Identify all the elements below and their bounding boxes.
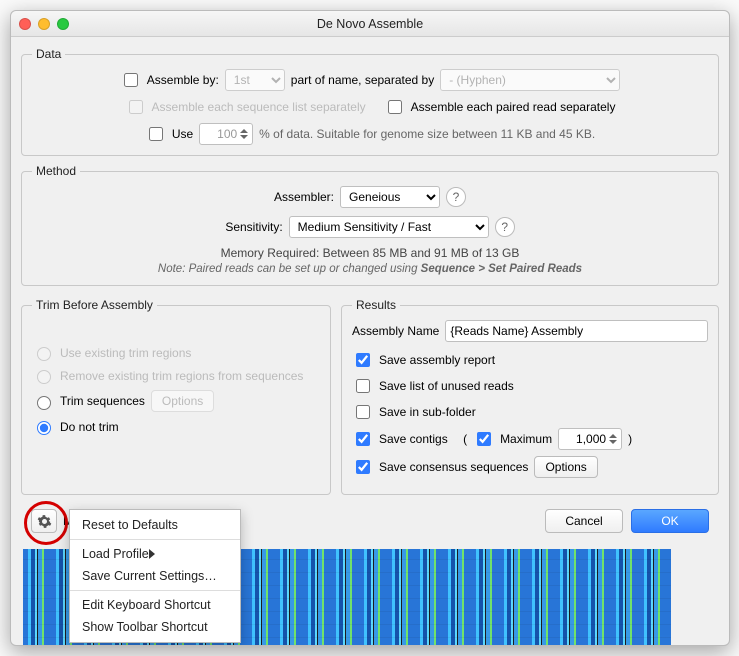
trim-sequences-label: Trim sequences — [60, 394, 145, 408]
save-unused-label: Save list of unused reads — [379, 379, 514, 393]
zoom-icon[interactable] — [57, 18, 69, 30]
maximum-checkbox[interactable] — [477, 432, 491, 446]
save-subfolder-label: Save in sub-folder — [379, 405, 476, 419]
save-subfolder-checkbox[interactable] — [356, 405, 370, 419]
trim-remove-label: Remove existing trim regions from sequen… — [60, 369, 303, 383]
assemble-by-suffix: part of name, separated by — [291, 73, 434, 87]
minimize-icon[interactable] — [38, 18, 50, 30]
assembler-select[interactable]: Geneious — [340, 186, 440, 208]
chevron-right-icon — [149, 549, 228, 559]
save-unused-checkbox[interactable] — [356, 379, 370, 393]
gear-menu: Reset to Defaults Load Profile Save Curr… — [69, 509, 241, 643]
cancel-button[interactable]: Cancel — [545, 509, 623, 533]
window-title: De Novo Assemble — [11, 17, 729, 31]
assemble-each-paired-label: Assemble each paired read separately — [411, 100, 616, 114]
trim-remove-radio — [37, 370, 51, 384]
assembler-label: Assembler: — [274, 190, 334, 204]
assembler-help-icon[interactable]: ? — [446, 187, 466, 207]
assemble-by-checkbox[interactable] — [124, 73, 138, 87]
do-not-trim-radio[interactable] — [37, 421, 51, 435]
save-consensus-checkbox[interactable] — [356, 460, 370, 474]
save-contigs-checkbox[interactable] — [356, 432, 370, 446]
separator-select[interactable]: - (Hyphen) — [440, 69, 620, 91]
memory-required-text: Memory Required: Between 85 MB and 91 MB… — [32, 246, 708, 260]
menu-reset-defaults[interactable]: Reset to Defaults — [70, 514, 240, 536]
assemble-each-paired-checkbox[interactable] — [388, 100, 402, 114]
data-section: Data Assemble by: 1st part of name, sepa… — [21, 47, 719, 156]
gear-icon — [37, 514, 52, 529]
method-legend: Method — [32, 164, 80, 178]
use-suffix: % of data. Suitable for genome size betw… — [259, 127, 595, 141]
sensitivity-select[interactable]: Medium Sensitivity / Fast — [289, 216, 489, 238]
use-checkbox[interactable] — [149, 127, 163, 141]
menu-save-settings[interactable]: Save Current Settings… — [70, 565, 240, 587]
close-icon[interactable] — [19, 18, 31, 30]
titlebar: De Novo Assemble — [11, 11, 729, 37]
maximum-label: Maximum — [500, 432, 552, 446]
menu-show-toolbar-shortcut[interactable]: Show Toolbar Shortcut — [70, 616, 240, 638]
trim-existing-radio — [37, 347, 51, 361]
sensitivity-help-icon[interactable]: ? — [495, 217, 515, 237]
use-label: Use — [172, 127, 193, 141]
assemble-by-select[interactable]: 1st — [225, 69, 285, 91]
use-percent-stepper[interactable]: 100 — [199, 123, 253, 145]
menu-load-profile[interactable]: Load Profile — [70, 543, 240, 565]
paired-reads-note: Note: Paired reads can be set up or chan… — [32, 263, 708, 275]
save-consensus-label: Save consensus sequences — [379, 460, 528, 474]
do-not-trim-label: Do not trim — [60, 420, 119, 434]
assemble-by-label: Assemble by: — [147, 73, 219, 87]
method-section: Method Assembler: Geneious ? Sensitivity… — [21, 164, 719, 286]
assembly-name-input[interactable] — [445, 320, 708, 342]
trim-options-button: Options — [151, 390, 214, 412]
trim-legend: Trim Before Assembly — [32, 298, 157, 312]
dialog-window: De Novo Assemble Data Assemble by: 1st p… — [10, 10, 730, 646]
menu-edit-keyboard-shortcut[interactable]: Edit Keyboard Shortcut — [70, 594, 240, 616]
gear-button[interactable] — [31, 509, 57, 533]
assemble-each-seq-checkbox — [129, 100, 143, 114]
maximum-stepper[interactable]: 1,000 — [558, 428, 622, 450]
data-legend: Data — [32, 47, 65, 61]
sensitivity-label: Sensitivity: — [225, 220, 282, 234]
save-report-checkbox[interactable] — [356, 353, 370, 367]
save-contigs-label: Save contigs — [379, 432, 448, 446]
save-report-label: Save assembly report — [379, 353, 495, 367]
trim-section: Trim Before Assembly Use existing trim r… — [21, 298, 331, 495]
trim-sequences-radio[interactable] — [37, 396, 51, 410]
results-legend: Results — [352, 298, 400, 312]
ok-button[interactable]: OK — [631, 509, 709, 533]
trim-existing-label: Use existing trim regions — [60, 346, 191, 360]
assembly-name-label: Assembly Name — [352, 324, 439, 338]
assemble-each-seq-label: Assemble each sequence list separately — [152, 100, 366, 114]
consensus-options-button[interactable]: Options — [534, 456, 597, 478]
results-section: Results Assembly Name Save assembly repo… — [341, 298, 719, 495]
